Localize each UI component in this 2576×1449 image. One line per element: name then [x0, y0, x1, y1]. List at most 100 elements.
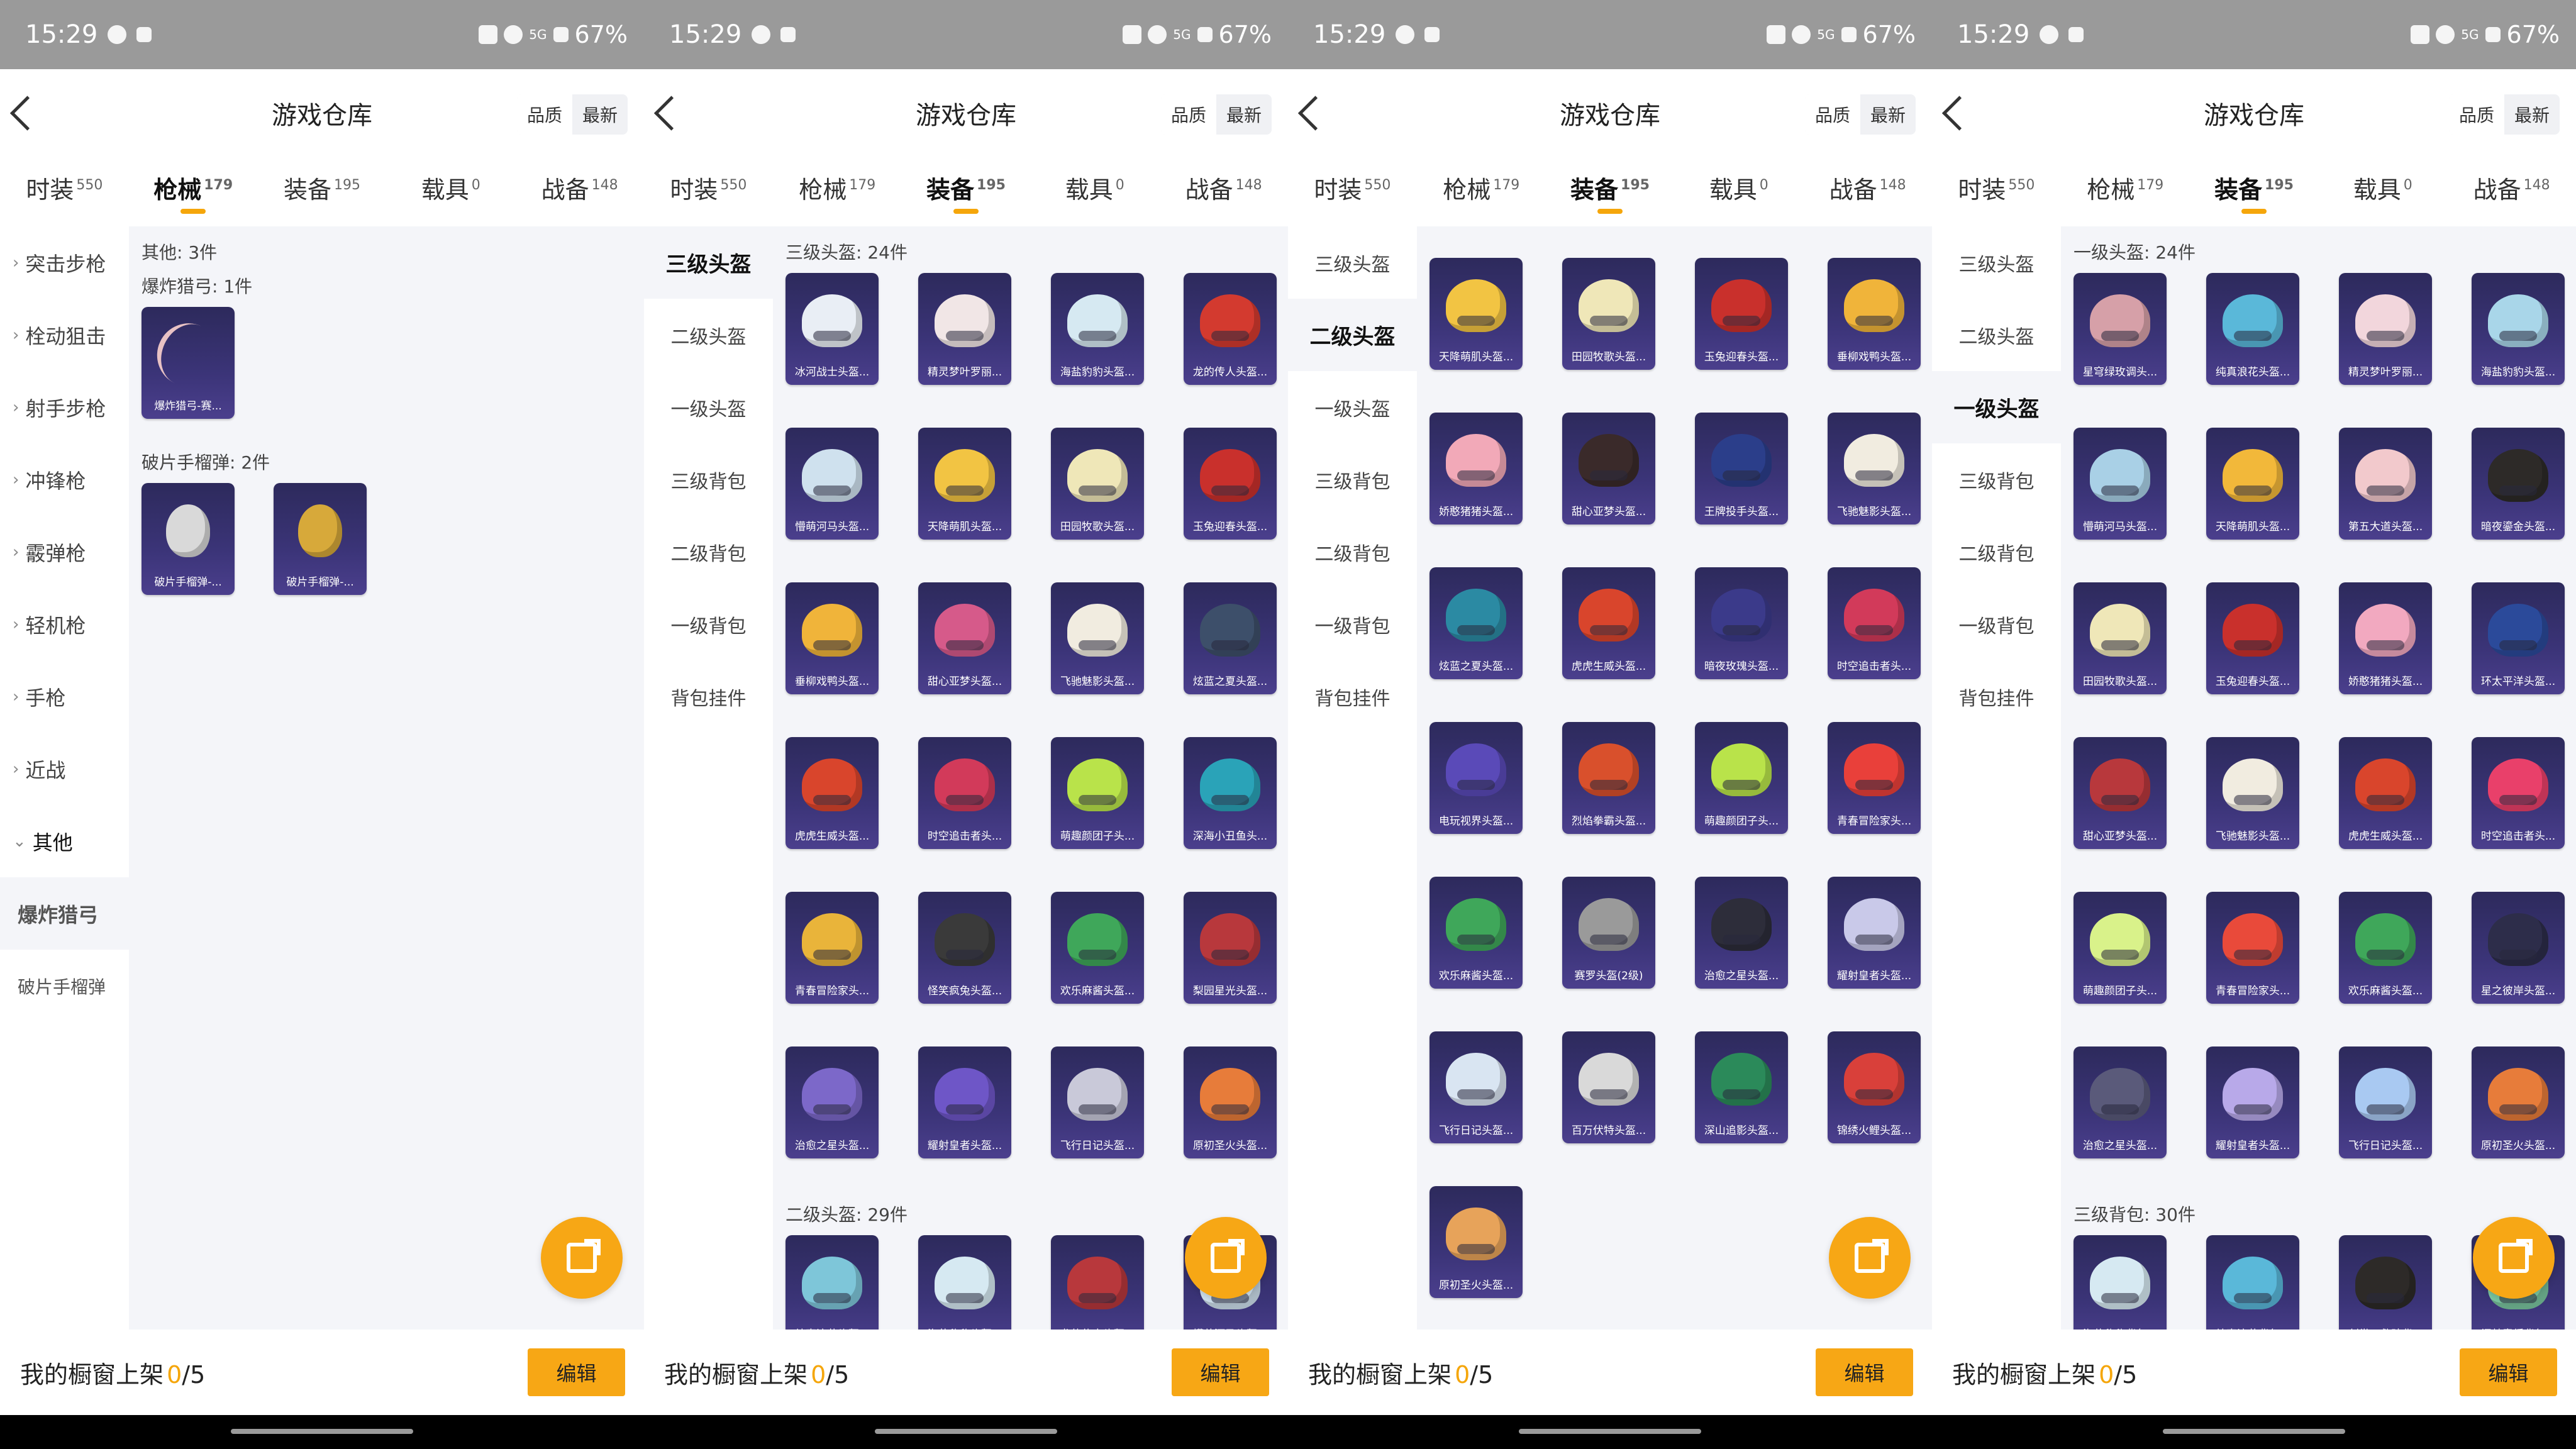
- tab-item[interactable]: 枪械 179: [1417, 170, 1546, 226]
- sidebar-item[interactable]: 三级头盔: [644, 226, 773, 299]
- inventory-item[interactable]: 深海小丑鱼头...: [1184, 737, 1277, 849]
- sort-quality-button[interactable]: 品质: [516, 94, 572, 135]
- sort-newest-button[interactable]: 最新: [572, 94, 628, 135]
- sidebar-item[interactable]: 一级头盔: [644, 371, 773, 443]
- sidebar-item[interactable]: 背包挂件: [1288, 660, 1417, 733]
- sidebar-item[interactable]: ⌄ 其他: [0, 805, 129, 877]
- back-arrow-icon[interactable]: [1297, 96, 1333, 131]
- tab-item[interactable]: 载具 0: [2318, 170, 2447, 226]
- inventory-item[interactable]: 烈焰拳霸头盔...: [1562, 722, 1655, 834]
- inventory-item[interactable]: 电玩视界头盔...: [1430, 722, 1523, 834]
- inventory-item[interactable]: 龙的传人头盔...: [1184, 273, 1277, 385]
- inventory-item[interactable]: 精灵梦叶罗丽...: [2339, 273, 2432, 385]
- inventory-item[interactable]: 田园牧歌头盔...: [2074, 582, 2167, 694]
- sidebar-item[interactable]: 二级背包: [644, 516, 773, 588]
- sidebar-item[interactable]: 三级头盔: [1932, 226, 2061, 299]
- share-button[interactable]: [541, 1217, 623, 1299]
- inventory-item[interactable]: 娇憨猪猪头盔...: [2339, 582, 2432, 694]
- inventory-item[interactable]: 海盐豹豹头盔...: [918, 1235, 1011, 1330]
- tab-item[interactable]: 时装 550: [0, 170, 129, 226]
- tab-item[interactable]: 枪械 179: [2061, 170, 2190, 226]
- inventory-item[interactable]: 娇憨猪猪头盔...: [1430, 413, 1523, 525]
- inventory-item[interactable]: 天降萌肌头盔...: [918, 428, 1011, 540]
- inventory-item[interactable]: 深山追影头盔...: [1695, 1031, 1788, 1143]
- sidebar-item[interactable]: 破片手榴弹: [0, 950, 129, 1022]
- inventory-item[interactable]: 精灵梦叶罗丽...: [918, 273, 1011, 385]
- tab-item[interactable]: 载具 0: [1674, 170, 1803, 226]
- inventory-item[interactable]: 飞行日记头盔...: [1430, 1031, 1523, 1143]
- inventory-item[interactable]: 原初圣火头盔...: [2472, 1046, 2565, 1158]
- sidebar-item[interactable]: 背包挂件: [644, 660, 773, 733]
- inventory-item[interactable]: 飞行日记头盔...: [1051, 1046, 1144, 1158]
- inventory-item[interactable]: 时空追击者头...: [918, 737, 1011, 849]
- edit-button[interactable]: 编辑: [1172, 1348, 1269, 1396]
- sidebar-item[interactable]: 二级头盔: [1288, 299, 1417, 371]
- tab-item[interactable]: 时装 550: [1288, 170, 1417, 226]
- inventory-item[interactable]: 甜心亚梦头盔...: [2074, 737, 2167, 849]
- edit-button[interactable]: 编辑: [528, 1348, 625, 1396]
- inventory-item[interactable]: 环太平洋头盔...: [2472, 582, 2565, 694]
- sort-quality-button[interactable]: 品质: [1160, 94, 1216, 135]
- inventory-item[interactable]: 冰河战士头盔...: [786, 273, 879, 385]
- edit-button[interactable]: 编辑: [1816, 1348, 1913, 1396]
- inventory-item[interactable]: 田园牧歌头盔...: [1051, 428, 1144, 540]
- tab-item[interactable]: 枪械 179: [129, 170, 258, 226]
- inventory-item[interactable]: 天降萌肌头盔...: [1430, 258, 1523, 370]
- sidebar-item[interactable]: › 栓动狙击: [0, 299, 129, 371]
- inventory-item[interactable]: 龙的传人头盔...: [1051, 1235, 1144, 1330]
- tab-item[interactable]: 载具 0: [1030, 170, 1159, 226]
- inventory-item[interactable]: 海盐豹豹背包...: [2074, 1235, 2167, 1330]
- tab-item[interactable]: 装备 195: [258, 170, 387, 226]
- inventory-item[interactable]: 懵萌河马头盔...: [786, 428, 879, 540]
- inventory-item[interactable]: 青春冒险家头...: [2206, 892, 2299, 1004]
- inventory-item[interactable]: 萌趣颜团子头...: [1051, 737, 1144, 849]
- tab-item[interactable]: 时装 550: [644, 170, 773, 226]
- back-arrow-icon[interactable]: [1941, 96, 1977, 131]
- sidebar-item[interactable]: › 突击步枪: [0, 226, 129, 299]
- inventory-item[interactable]: 海盐豹豹头盔...: [1051, 273, 1144, 385]
- tab-item[interactable]: 枪械 179: [773, 170, 902, 226]
- inventory-item[interactable]: 纯真浪花头盔...: [786, 1235, 879, 1330]
- inventory-item[interactable]: 甜心亚梦头盔...: [918, 582, 1011, 694]
- sidebar-item[interactable]: 三级背包: [1932, 443, 2061, 516]
- inventory-item[interactable]: 赛罗头盔(2级): [1562, 877, 1655, 989]
- inventory-item[interactable]: 欢乐麻酱头盔...: [1051, 892, 1144, 1004]
- sidebar-item[interactable]: 一级背包: [1932, 588, 2061, 660]
- inventory-item[interactable]: 时空追击者头...: [1828, 567, 1921, 679]
- inventory-item[interactable]: 纯真浪花背包...: [2206, 1235, 2299, 1330]
- inventory-item[interactable]: 垂柳戏鸭头盔...: [1828, 258, 1921, 370]
- inventory-item[interactable]: 梨园星光头盔...: [1184, 892, 1277, 1004]
- inventory-item[interactable]: 萌趣颜团子头...: [2074, 892, 2167, 1004]
- inventory-item[interactable]: 治愈之星头盔...: [2074, 1046, 2167, 1158]
- inventory-item[interactable]: 炫蓝之夏头盔...: [1184, 582, 1277, 694]
- inventory-item[interactable]: 欢乐麻酱头盔...: [2339, 892, 2432, 1004]
- sidebar-item[interactable]: 二级头盔: [644, 299, 773, 371]
- inventory-item[interactable]: 玉兔迎春头盔...: [1695, 258, 1788, 370]
- sidebar-item[interactable]: 背包挂件: [1932, 660, 2061, 733]
- inventory-item[interactable]: 玉兔迎春头盔...: [2206, 582, 2299, 694]
- sort-newest-button[interactable]: 最新: [2504, 94, 2560, 135]
- sidebar-item[interactable]: 二级头盔: [1932, 299, 2061, 371]
- sidebar-item[interactable]: 一级头盔: [1288, 371, 1417, 443]
- inventory-item[interactable]: 治愈之星头盔...: [786, 1046, 879, 1158]
- tab-item[interactable]: 装备 195: [902, 170, 1031, 226]
- share-button[interactable]: [1185, 1217, 1267, 1299]
- tab-item[interactable]: 载具 0: [386, 170, 515, 226]
- inventory-item[interactable]: 创世・救赎背...: [2339, 1235, 2432, 1330]
- sidebar-item[interactable]: 爆炸猎弓: [0, 877, 129, 950]
- inventory-item[interactable]: 飞驰魅影头盔...: [1828, 413, 1921, 525]
- inventory-item[interactable]: 纯真浪花头盔...: [2206, 273, 2299, 385]
- inventory-item[interactable]: 炫蓝之夏头盔...: [1430, 567, 1523, 679]
- sort-newest-button[interactable]: 最新: [1216, 94, 1272, 135]
- inventory-item[interactable]: 懵萌河马头盔...: [2074, 428, 2167, 540]
- inventory-item[interactable]: 耀射皇者头盔...: [1828, 877, 1921, 989]
- inventory-item[interactable]: 飞驰魅影头盔...: [1051, 582, 1144, 694]
- sidebar-item[interactable]: 二级背包: [1932, 516, 2061, 588]
- share-button[interactable]: [2473, 1217, 2555, 1299]
- inventory-item[interactable]: 青春冒险家头...: [1828, 722, 1921, 834]
- sidebar-item[interactable]: › 轻机枪: [0, 588, 129, 660]
- inventory-item[interactable]: 星之彼岸头盔...: [2472, 892, 2565, 1004]
- inventory-item[interactable]: 耀射皇者头盔...: [918, 1046, 1011, 1158]
- inventory-item[interactable]: 欢乐麻酱头盔...: [1430, 877, 1523, 989]
- sidebar-item[interactable]: 一级背包: [644, 588, 773, 660]
